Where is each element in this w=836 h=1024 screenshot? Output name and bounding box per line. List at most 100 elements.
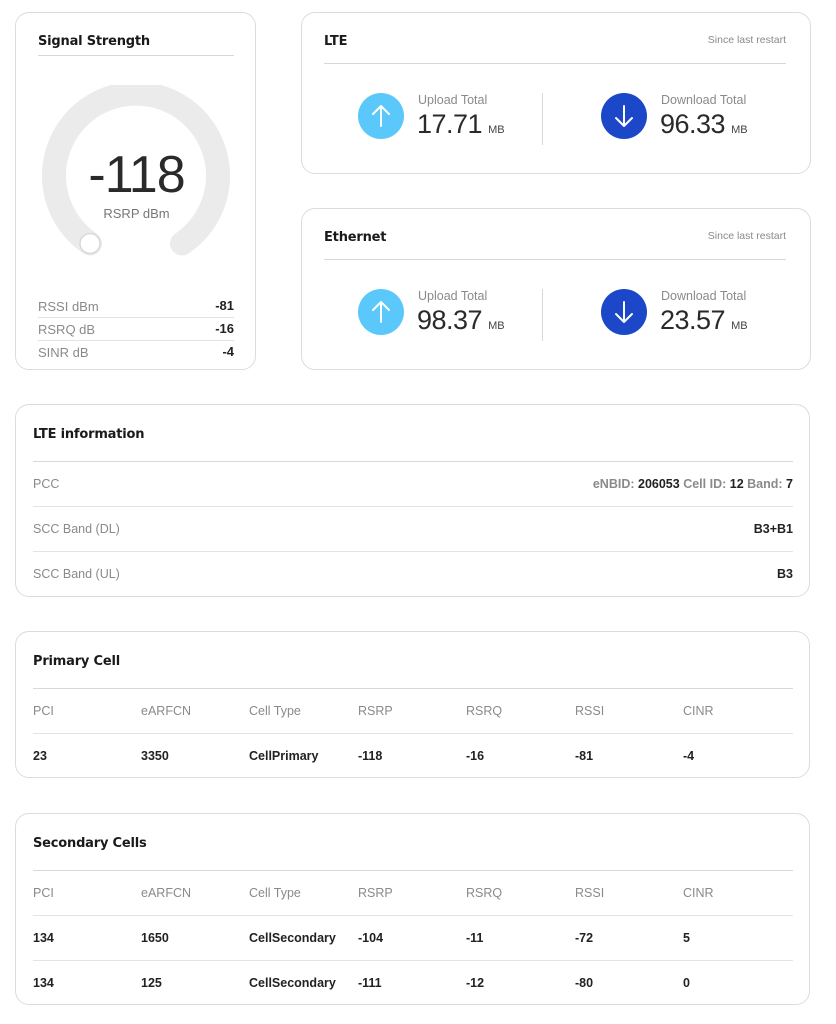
band-value: 7 (786, 477, 793, 491)
band-label: Band: (747, 477, 783, 491)
table-cell: 0 (683, 976, 690, 990)
info-label: SCC Band (DL) (33, 522, 120, 536)
since-label: Since last restart (707, 230, 786, 242)
table-cell: -72 (575, 931, 594, 945)
arrow-up-icon (372, 105, 390, 127)
column-header: eARFCN (141, 886, 192, 900)
upload-unit: MB (488, 124, 505, 136)
signal-strength-title: Signal Strength (38, 34, 150, 49)
metric-label: RSRQ dB (38, 322, 96, 337)
table-row: 134 1650 CellSecondary -104 -11 -72 5 (33, 916, 793, 961)
info-row-scc-ul: SCC Band (UL) B3 (33, 552, 793, 597)
table-cell: 23 (33, 749, 47, 763)
secondary-cells-title: Secondary Cells (33, 836, 147, 851)
ethernet-traffic-title: Ethernet (324, 230, 387, 245)
info-row-pcc: PCC eNBID: 206053 Cell ID: 12 Band: 7 (33, 462, 793, 507)
info-value: B3+B1 (753, 522, 793, 536)
table-cell: CellSecondary (249, 931, 336, 945)
lte-traffic-card: LTE Since last restart Upload Total 17.7… (301, 12, 811, 174)
upload-value: 17.71 MB (417, 109, 505, 145)
metric-row-sinr: SINR dB -4 (38, 341, 234, 364)
secondary-cells-card: Secondary Cells PCI eARFCN Cell Type RSR… (15, 813, 810, 1005)
metric-value: -16 (215, 321, 234, 336)
metric-value: -4 (222, 344, 234, 359)
info-label: SCC Band (UL) (33, 567, 120, 581)
signal-strength-card: Signal Strength -118 RSRP dBm RSSI dBm -… (15, 12, 256, 370)
upload-number: 98.37 (417, 305, 483, 335)
table-cell: 5 (683, 931, 690, 945)
table-cell: -81 (575, 749, 594, 763)
column-header: RSRP (358, 704, 393, 718)
divider (38, 55, 234, 56)
table-header-row: PCI eARFCN Cell Type RSRP RSRQ RSSI CINR (33, 871, 793, 916)
rsrp-unit: RSRP dBm (103, 206, 170, 221)
table-cell: -80 (575, 976, 594, 990)
column-header: CINR (683, 886, 714, 900)
metric-value: -81 (215, 298, 234, 313)
table-cell: -4 (683, 749, 695, 763)
upload-label: Upload Total (418, 93, 488, 107)
table-cell: 1650 (141, 931, 169, 945)
info-value: B3 (777, 567, 793, 581)
table-cell: 134 (33, 931, 54, 945)
download-label: Download Total (661, 93, 747, 107)
upload-number: 17.71 (417, 109, 483, 139)
lte-information-title: LTE information (33, 427, 145, 442)
table-cell: CellSecondary (249, 976, 336, 990)
divider (542, 93, 543, 145)
primary-cell-title: Primary Cell (33, 654, 120, 669)
cellid-label: Cell ID: (683, 477, 727, 491)
table-cell: -111 (358, 976, 382, 990)
download-unit: MB (731, 320, 748, 332)
upload-value: 98.37 MB (417, 305, 505, 341)
divider (542, 289, 543, 341)
cellid-value: 12 (729, 477, 744, 491)
download-number: 23.57 (660, 305, 726, 335)
column-header: RSRP (358, 886, 393, 900)
table-cell: -118 (358, 749, 383, 763)
arrow-up-icon (372, 301, 390, 323)
pcc-value: eNBID: 206053 Cell ID: 12 Band: 7 (593, 477, 793, 491)
column-header: PCI (33, 704, 54, 718)
enbid-label: eNBID: (592, 477, 635, 491)
divider (324, 63, 786, 64)
upload-unit: MB (488, 320, 505, 332)
enbid-value: 206053 (638, 477, 680, 491)
download-label: Download Total (661, 289, 747, 303)
lte-information-card: LTE information PCC eNBID: 206053 Cell I… (15, 404, 810, 597)
lte-traffic-title: LTE (324, 34, 348, 49)
divider (324, 259, 786, 260)
column-header: CINR (683, 704, 714, 718)
column-header: RSRQ (466, 886, 503, 900)
download-value: 96.33 MB (660, 109, 748, 145)
table-cell: 125 (141, 976, 162, 990)
download-number: 96.33 (660, 109, 726, 139)
table-header-row: PCI eARFCN Cell Type RSRP RSRQ RSSI CINR (33, 689, 793, 734)
table-cell: -16 (466, 749, 485, 763)
upload-circle (358, 93, 404, 139)
table-cell: -104 (358, 931, 384, 945)
table-cell: 3350 (141, 749, 169, 763)
table-cell: -12 (466, 976, 485, 990)
arrow-down-icon (615, 301, 633, 323)
upload-label: Upload Total (418, 289, 488, 303)
column-header: RSSI (575, 704, 605, 718)
upload-circle (358, 289, 404, 335)
info-label: PCC (33, 477, 60, 491)
metric-label: RSSI dBm (38, 299, 99, 314)
since-label: Since last restart (707, 34, 786, 46)
gauge-knob (79, 232, 101, 255)
column-header: PCI (33, 886, 54, 900)
table-cell: -11 (466, 931, 484, 945)
rsrp-value: -118 (88, 146, 185, 204)
table-row: 23 3350 CellPrimary -118 -16 -81 -4 (33, 734, 793, 779)
download-value: 23.57 MB (660, 305, 748, 341)
table-cell: 134 (33, 976, 54, 990)
primary-cell-card: Primary Cell PCI eARFCN Cell Type RSRP R… (15, 631, 810, 778)
ethernet-traffic-card: Ethernet Since last restart Upload Total… (301, 208, 811, 370)
table-row: 134 125 CellSecondary -111 -12 -80 0 (33, 961, 793, 1006)
column-header: Cell Type (249, 886, 301, 900)
download-circle (601, 93, 647, 139)
arrow-down-icon (615, 105, 633, 127)
column-header: eARFCN (141, 704, 192, 718)
